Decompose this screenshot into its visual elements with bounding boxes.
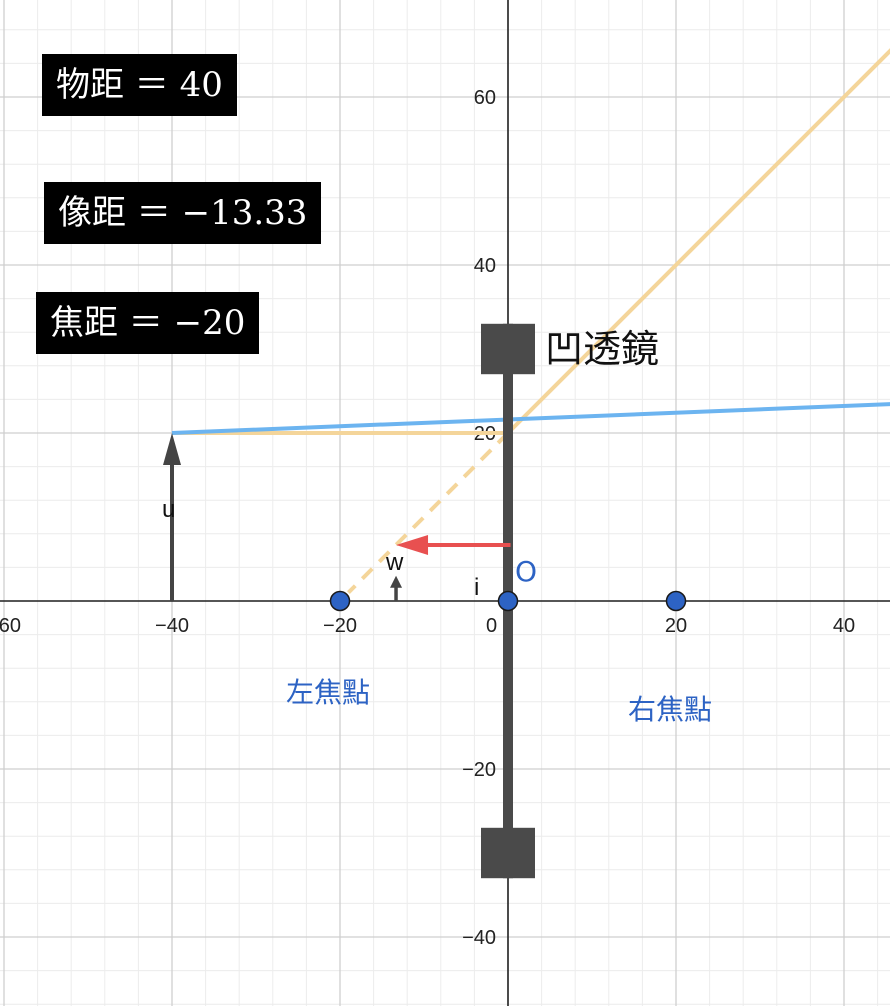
lens-label: 凹透鏡 (545, 327, 659, 371)
diagram-labels: 凹透鏡 O 左焦點 右焦點 u w i (162, 327, 712, 726)
axes (0, 0, 890, 1006)
object-arrow-head (163, 433, 181, 465)
image-arrow-head (390, 575, 403, 588)
focal-length-box: 焦距 ＝ −20 (36, 292, 260, 354)
virtual-ray-extension (346, 431, 510, 595)
image-distance-box: 像距 ＝ −13.33 (44, 182, 322, 244)
x-tick-label: −60 (0, 615, 21, 637)
x-tick-label: 20 (665, 615, 687, 637)
lens-diagram: −60−40−2002040604020−20−40 凹透鏡 O 左焦點 右焦點… (0, 0, 890, 1006)
lens-bottom-cap (481, 827, 535, 879)
image-distance-text: 像距 ＝ −13.33 (58, 193, 308, 233)
x-tick-label: 0 (486, 615, 497, 637)
right-focus-label: 右焦點 (628, 693, 712, 726)
object-distance-text: 物距 ＝ 40 (56, 65, 223, 105)
arrows (163, 433, 511, 601)
x-tick-label: −40 (155, 615, 189, 637)
image-label: w (385, 549, 404, 576)
x-tick-label: 40 (833, 615, 855, 637)
left-focus-label: 左焦點 (286, 676, 370, 709)
lens-top-cap (481, 323, 535, 375)
y-tick-label: 40 (474, 255, 496, 277)
y-tick-label: −20 (462, 759, 496, 781)
refracted-ray (506, 48, 890, 435)
focal-length-text: 焦距 ＝ −20 (50, 303, 246, 343)
x-tick-label: −20 (323, 615, 357, 637)
origin-label: O (515, 555, 537, 588)
origin-point (497, 590, 519, 612)
y-tick-label: −40 (462, 927, 496, 949)
minor-grid (0, 0, 890, 1006)
right-focus-point (665, 590, 687, 612)
object-distance-box: 物距 ＝ 40 (42, 54, 237, 116)
y-tick-label: 60 (474, 87, 496, 109)
intersection-label: i (474, 574, 479, 601)
major-grid (0, 0, 890, 1006)
object-label: u (162, 496, 175, 523)
left-focus-point (329, 590, 351, 612)
rays (171, 48, 890, 595)
